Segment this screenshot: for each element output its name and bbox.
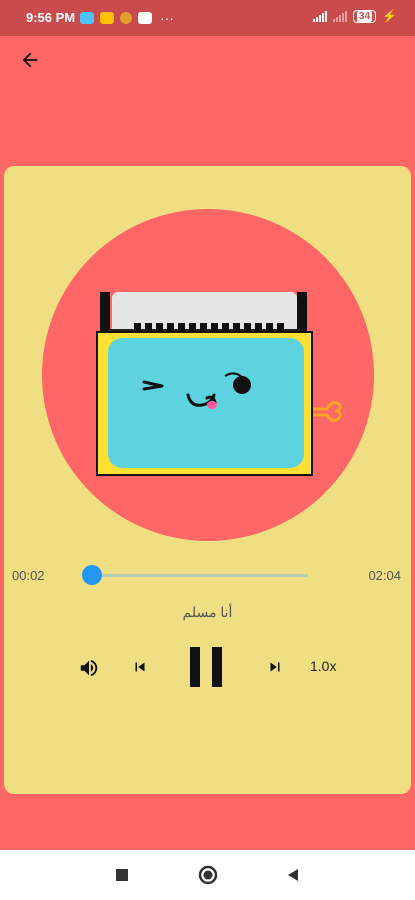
track-title: أنا مسلم [182,604,233,620]
system-nav-bar [0,850,415,900]
nav-back-icon [288,869,298,881]
playback-speed-button[interactable]: 1.0x [310,658,336,674]
skip-next-button[interactable] [263,655,287,679]
signal-icon [312,10,327,22]
traffic-icon [80,12,94,24]
skip-previous-icon [135,662,145,672]
album-art [42,209,374,541]
volume-icon [80,659,98,677]
pause-button[interactable] [186,646,226,688]
signal-2-icon [332,10,347,22]
nav-home-icon [198,865,218,885]
nav-back-button[interactable] [268,850,318,900]
status-bar: 9:56 PM ··· 34 ⚡ [0,0,415,36]
more-notifications-icon: ··· [160,10,174,26]
nav-home-button[interactable] [183,850,233,900]
status-time: 9:56 PM [26,10,76,25]
nav-recents-button[interactable] [97,850,147,900]
charging-icon: ⚡ [382,9,397,23]
seek-bar[interactable] [92,574,308,577]
system-icons: 34 ⚡ [312,9,397,23]
nav-recents-icon [116,869,128,881]
skip-previous-button[interactable] [128,655,152,679]
volume-button[interactable] [76,655,102,681]
battery-level: 34 [356,10,373,22]
back-arrow-icon [22,52,38,68]
battery-icon: 34 [352,9,377,23]
seek-thumb[interactable] [82,565,102,585]
playback-controls: 1.0x [4,646,411,688]
skip-next-icon [270,662,280,672]
youtube-icon [138,12,152,24]
back-button[interactable] [14,46,46,74]
coin-icon [120,12,132,24]
notification-icons: ··· [80,10,174,26]
current-time: 00:02 [12,568,45,583]
player-card: 00:02 02:04 أنا مسلم 1.0x [4,166,411,794]
radio-illustration [96,292,342,476]
gallery-icon [100,12,114,24]
total-time: 02:04 [368,568,401,583]
pause-icon [190,647,222,687]
